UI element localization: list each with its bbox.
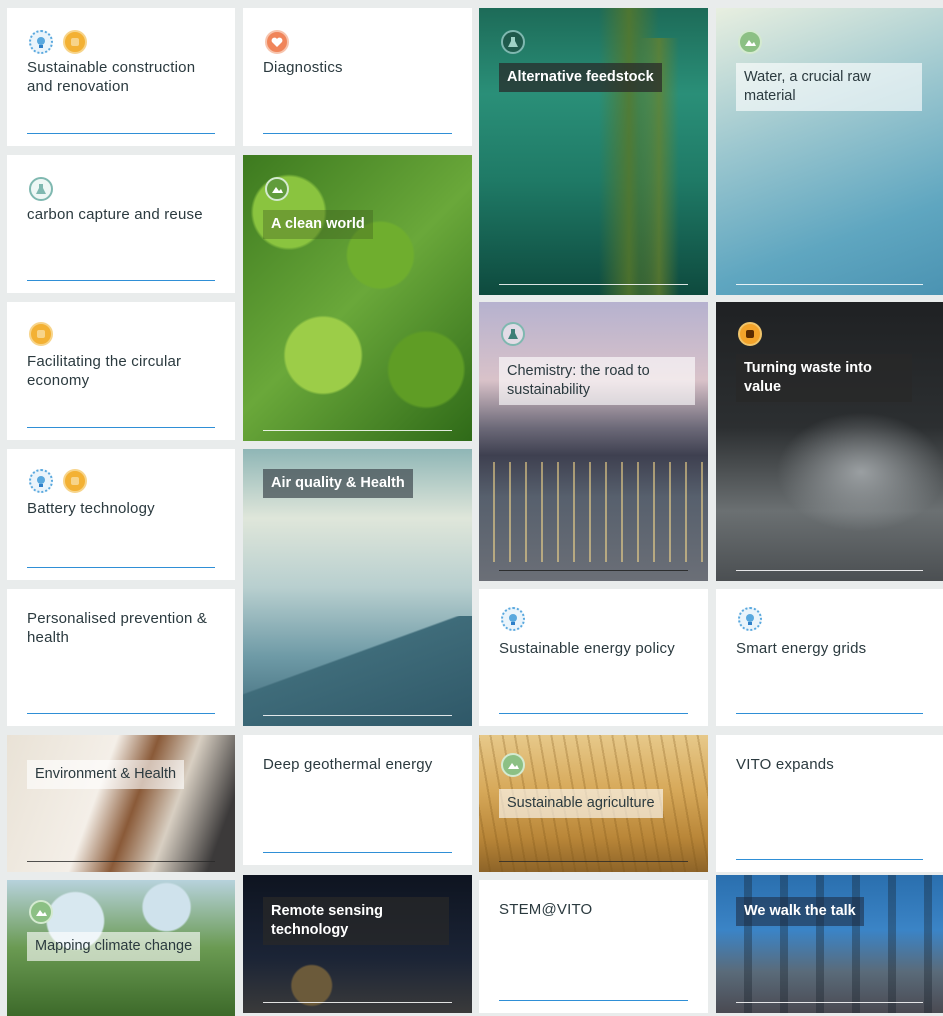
tile-circular-economy[interactable]: Facilitating the circular economy [7,302,235,440]
tile-title: Facilitating the circular economy [27,353,182,389]
flask-icon [501,30,525,54]
tile-label: Environment & Health [27,760,185,789]
tile-icons [501,322,525,346]
tile-icons [265,30,289,54]
tile-label: Mapping climate change [27,932,201,961]
tile-mapping-climate[interactable]: Mapping climate change [7,880,235,1016]
tile-icons [738,30,762,54]
leaf-mountain-icon [738,30,762,54]
tile-underline [27,713,215,714]
tile-icons [265,177,289,201]
tile-title: Diagnostics [263,59,343,76]
tile-underline [27,280,215,281]
tile-underline [27,133,215,134]
tile-underline [499,570,688,571]
tile-stem[interactable]: STEM@VITO [479,880,708,1013]
tile-icons [738,322,762,346]
tile-label: Remote sensing technology [263,897,449,945]
reflection-image [479,462,708,562]
tile-underline [263,430,452,431]
lightbulb-icon [501,607,525,631]
tile-underline [499,284,688,285]
heart-shield-icon [265,30,289,54]
tile-label: A clean world [263,210,373,239]
tile-title: STEM@VITO [499,901,593,918]
tile-title: Battery technology [27,500,155,517]
tile-alternative-feedstock[interactable]: Alternative feedstock [479,8,708,295]
tile-walk-talk[interactable]: We walk the talk [716,875,943,1013]
flask-icon [29,177,53,201]
tile-energy-policy[interactable]: Sustainable energy policy [479,589,708,726]
tile-label: We walk the talk [736,897,864,926]
tile-icons [501,607,525,631]
tile-title: carbon capture and reuse [27,206,203,223]
tile-underline [736,859,923,860]
tile-icons [29,30,87,54]
tile-title: Sustainable construction and renovation [27,59,196,95]
tile-air-quality[interactable]: Air quality & Health [243,449,472,726]
lightbulb-icon [29,469,53,493]
tile-title: Personalised prevention & health [27,610,208,646]
leaf-mountain-icon [501,753,525,777]
tile-underline [263,1002,452,1003]
tile-underline [736,284,923,285]
tile-environment-health[interactable]: Environment & Health [7,735,235,872]
lightbulb-icon [738,607,762,631]
tile-geothermal[interactable]: Deep geothermal energy [243,735,472,865]
tile-icons [738,607,762,631]
tile-vito-expands[interactable]: VITO expands [716,735,943,872]
tile-underline [27,567,215,568]
flask-icon [501,322,525,346]
recycle-icon [63,469,87,493]
lightbulb-icon [29,30,53,54]
tile-label: Sustainable agriculture [499,789,663,818]
mountain-image [243,616,472,726]
tile-icons [29,322,53,346]
tile-underline [27,861,215,862]
tile-clean-world[interactable]: A clean world [243,155,472,441]
tile-underline [736,1002,923,1003]
recycle-icon [63,30,87,54]
tile-label: Water, a crucial raw material [736,63,922,111]
tile-title: Sustainable energy policy [499,640,675,657]
tile-icons [501,753,525,777]
tile-energy-grids[interactable]: Smart energy grids [716,589,943,726]
tile-sustainable-construction[interactable]: Sustainable construction and renovation [7,8,235,146]
tile-underline [499,861,688,862]
tile-icons [501,30,525,54]
tile-diagnostics[interactable]: Diagnostics [243,8,472,146]
tile-icons [29,900,53,924]
tile-underline [27,427,215,428]
tile-underline [736,713,923,714]
tile-title: Smart energy grids [736,640,867,657]
tile-label: Air quality & Health [263,469,413,498]
tile-water[interactable]: Water, a crucial raw material [716,8,943,295]
tile-underline [499,1000,688,1001]
tile-title: Deep geothermal energy [263,756,433,773]
runners-image [716,875,943,1013]
tile-underline [736,570,923,571]
tile-carbon-capture[interactable]: carbon capture and reuse [7,155,235,293]
tile-label: Chemistry: the road to sustainability [499,357,695,405]
tile-title: VITO expands [736,756,835,773]
tile-chemistry[interactable]: Chemistry: the road to sustainability [479,302,708,581]
recycle-icon [29,322,53,346]
tile-personalised[interactable]: Personalised prevention & health [7,589,235,726]
tile-underline [263,852,452,853]
recycle-icon [738,322,762,346]
leaf-mountain-icon [29,900,53,924]
tile-agriculture[interactable]: Sustainable agriculture [479,735,708,872]
tile-battery[interactable]: Battery technology [7,449,235,580]
tile-label: Alternative feedstock [499,63,662,92]
tile-waste-value[interactable]: Turning waste into value [716,302,943,581]
tile-remote-sensing[interactable]: Remote sensing technology [243,875,472,1013]
tile-underline [263,133,452,134]
tile-underline [263,715,452,716]
tile-label: Turning waste into value [736,354,912,402]
tile-icons [29,469,87,493]
leaf-mountain-icon [265,177,289,201]
smoke-image [776,412,943,532]
tile-underline [499,713,688,714]
tile-icons [29,177,53,201]
